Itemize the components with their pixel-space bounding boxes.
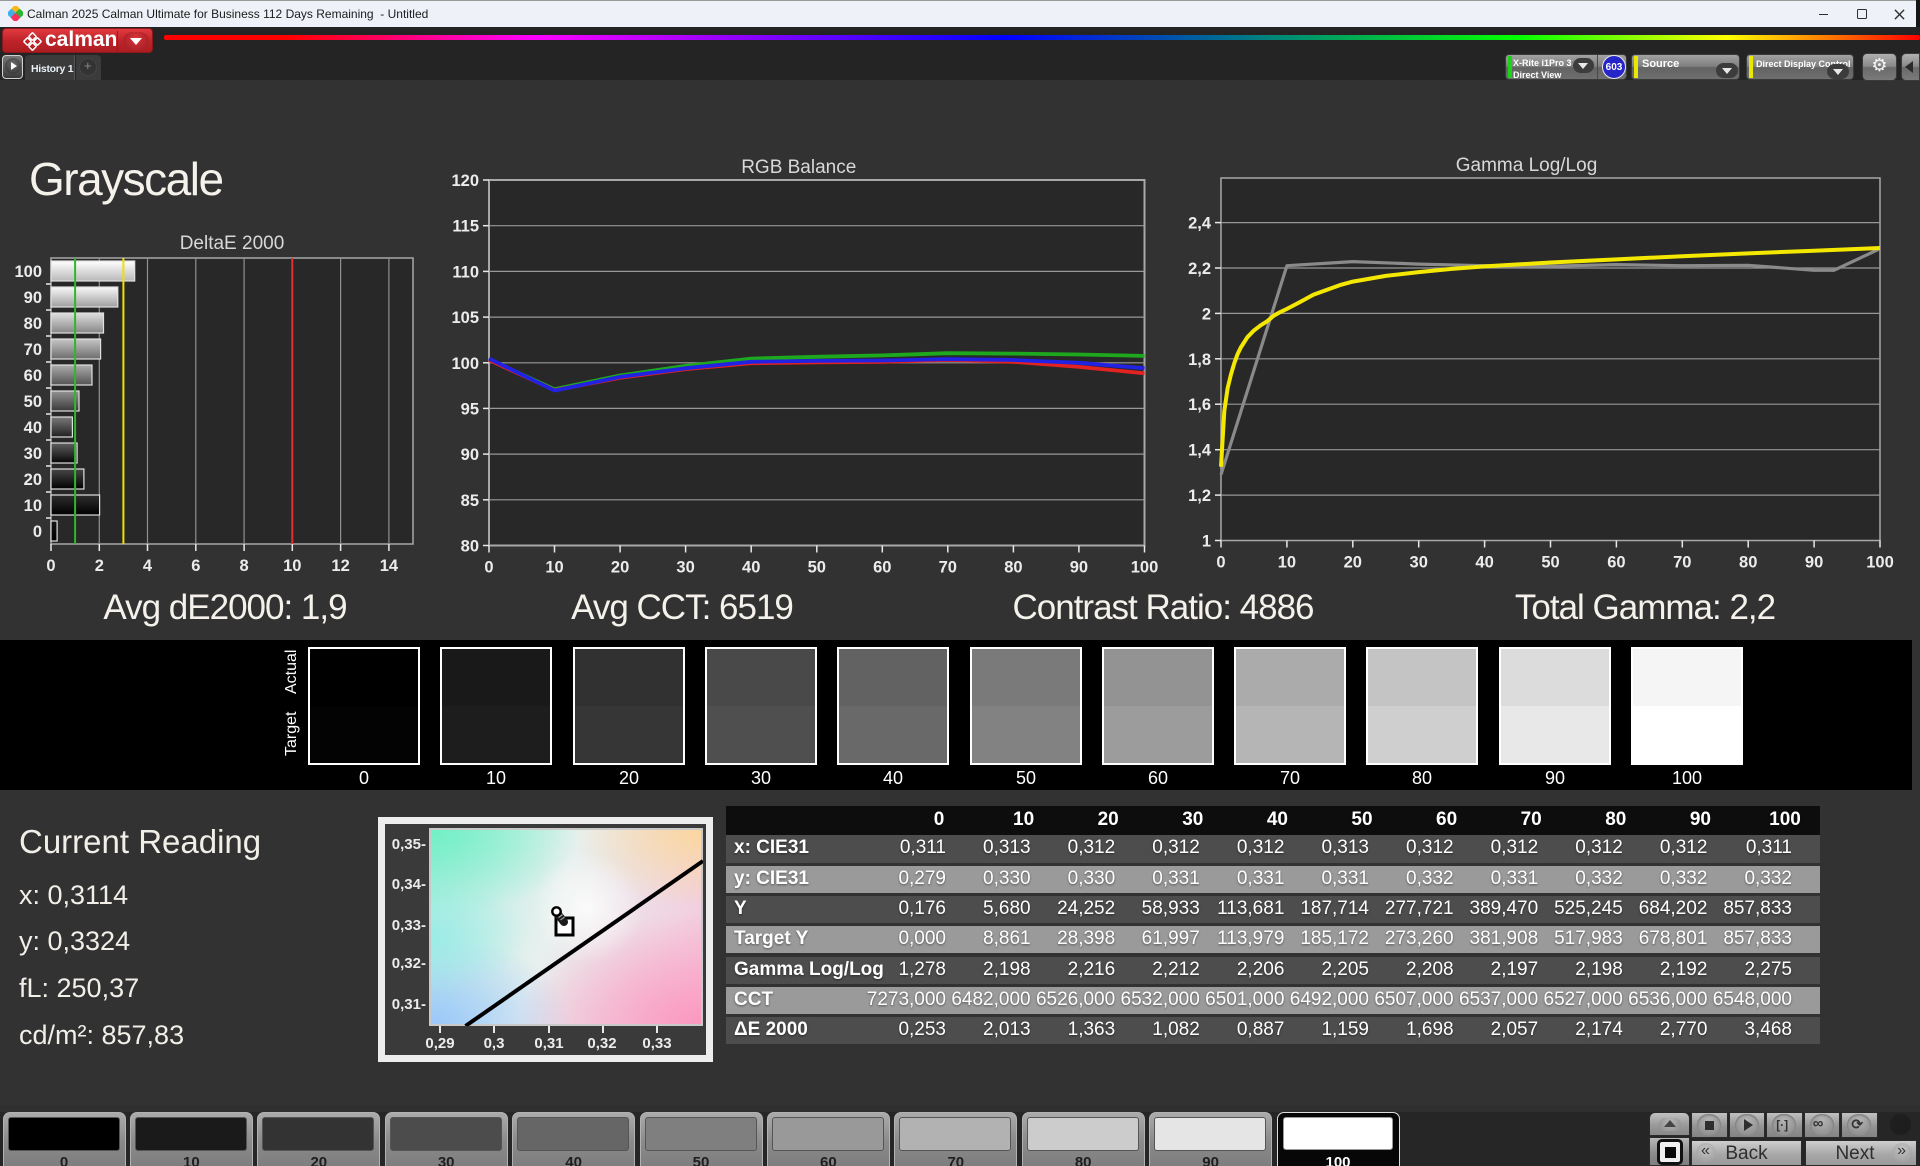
svg-text:2: 2 bbox=[1202, 305, 1211, 323]
svg-text:85: 85 bbox=[461, 492, 479, 510]
svg-text:1,8: 1,8 bbox=[1188, 351, 1211, 369]
svg-text:20: 20 bbox=[611, 559, 629, 577]
svg-text:100: 100 bbox=[1866, 554, 1894, 572]
svg-text:1,6: 1,6 bbox=[1188, 396, 1211, 414]
svg-text:50: 50 bbox=[808, 559, 826, 577]
svg-text:30: 30 bbox=[676, 559, 694, 577]
svg-text:6: 6 bbox=[191, 557, 200, 575]
svg-text:1,2: 1,2 bbox=[1188, 487, 1211, 505]
svg-text:40: 40 bbox=[24, 419, 42, 437]
svg-text:10: 10 bbox=[24, 497, 42, 515]
svg-text:1: 1 bbox=[1202, 533, 1211, 551]
svg-text:120: 120 bbox=[451, 172, 479, 190]
svg-text:2,4: 2,4 bbox=[1188, 215, 1212, 233]
svg-text:90: 90 bbox=[1805, 554, 1823, 572]
svg-text:95: 95 bbox=[461, 400, 479, 418]
svg-text:50: 50 bbox=[24, 393, 42, 411]
svg-text:90: 90 bbox=[461, 446, 479, 464]
svg-text:80: 80 bbox=[24, 315, 42, 333]
svg-text:100: 100 bbox=[1131, 559, 1159, 577]
svg-text:70: 70 bbox=[24, 341, 42, 359]
svg-text:100: 100 bbox=[451, 355, 479, 373]
svg-text:0: 0 bbox=[33, 523, 42, 541]
svg-text:50: 50 bbox=[1541, 554, 1559, 572]
svg-text:10: 10 bbox=[283, 557, 301, 575]
svg-text:0: 0 bbox=[46, 557, 55, 575]
svg-text:80: 80 bbox=[461, 538, 479, 556]
svg-text:70: 70 bbox=[1673, 554, 1691, 572]
svg-text:115: 115 bbox=[452, 218, 479, 236]
svg-text:70: 70 bbox=[939, 559, 957, 577]
svg-text:40: 40 bbox=[742, 559, 760, 577]
svg-text:RGB Balance: RGB Balance bbox=[741, 157, 856, 178]
svg-text:105: 105 bbox=[451, 309, 479, 327]
svg-text:90: 90 bbox=[1070, 559, 1088, 577]
svg-text:30: 30 bbox=[1410, 554, 1428, 572]
svg-text:8: 8 bbox=[240, 557, 249, 575]
svg-text:80: 80 bbox=[1004, 559, 1022, 577]
svg-text:10: 10 bbox=[1278, 554, 1296, 572]
svg-text:0: 0 bbox=[1216, 554, 1225, 572]
svg-text:DeltaE 2000: DeltaE 2000 bbox=[180, 233, 285, 254]
svg-text:80: 80 bbox=[1739, 554, 1757, 572]
svg-text:100: 100 bbox=[14, 263, 42, 281]
svg-text:4: 4 bbox=[143, 557, 153, 575]
svg-text:30: 30 bbox=[24, 445, 42, 463]
svg-text:90: 90 bbox=[24, 289, 42, 307]
svg-text:2,2: 2,2 bbox=[1188, 260, 1211, 278]
svg-text:110: 110 bbox=[452, 263, 479, 281]
svg-text:60: 60 bbox=[1607, 554, 1625, 572]
svg-text:20: 20 bbox=[24, 471, 42, 489]
svg-text:60: 60 bbox=[873, 559, 891, 577]
svg-text:14: 14 bbox=[380, 557, 399, 575]
svg-text:2: 2 bbox=[95, 557, 104, 575]
svg-text:0: 0 bbox=[484, 559, 493, 577]
svg-text:12: 12 bbox=[331, 557, 349, 575]
svg-text:20: 20 bbox=[1344, 554, 1362, 572]
svg-text:40: 40 bbox=[1475, 554, 1493, 572]
svg-text:Gamma Log/Log: Gamma Log/Log bbox=[1456, 155, 1598, 176]
svg-text:10: 10 bbox=[545, 559, 563, 577]
svg-text:1,4: 1,4 bbox=[1188, 442, 1212, 460]
svg-text:60: 60 bbox=[24, 367, 42, 385]
